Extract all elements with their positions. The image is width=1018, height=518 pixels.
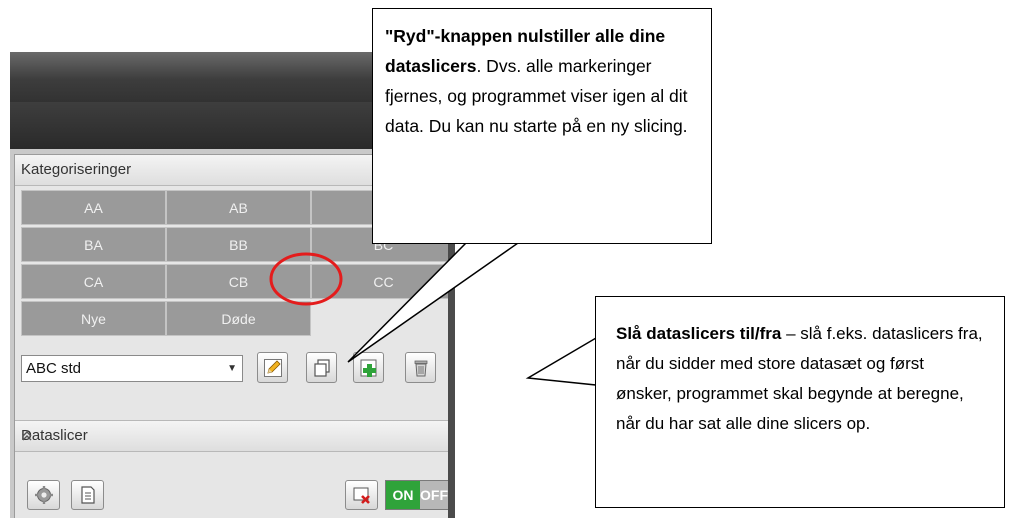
toggle-callout: Slå dataslicers til/fra – slå f.eks. dat…: [595, 296, 1005, 508]
toggle-callout-bold: Slå dataslicers til/fra: [616, 324, 782, 343]
callout1-pointer: [347, 242, 521, 363]
ryd-callout: "Ryd"-knappen nulstiller alle dine datas…: [372, 8, 712, 244]
highlight-circle: [269, 252, 343, 306]
callout2-pointer: [525, 336, 597, 386]
